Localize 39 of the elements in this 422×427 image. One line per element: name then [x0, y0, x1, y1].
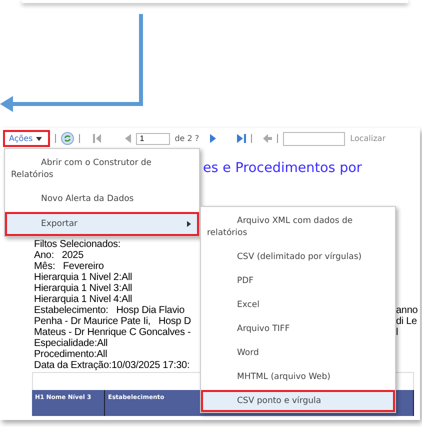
first-page-icon[interactable]: [92, 134, 102, 143]
find-field[interactable]: [283, 132, 346, 146]
filter-text: Hierarquia 1 Nivel 4:All: [34, 294, 134, 305]
filter-text: Especialidade:All: [34, 338, 109, 349]
menu-item[interactable]: CSV (delimitado por vírgulas): [201, 246, 395, 268]
filter-text: Hierarquia 1 Nivel 2:All: [34, 272, 134, 283]
caret-icon: [36, 136, 42, 140]
filter-text: Filtos Selecionados:: [34, 239, 122, 250]
menu-item[interactable]: CSV ponto e vírgula: [201, 390, 395, 412]
menu-item[interactable]: Novo Alerta da Dados: [5, 188, 199, 210]
refresh-icon[interactable]: [60, 132, 74, 145]
page-number-field[interactable]: 1: [136, 132, 170, 144]
filter-text: Estabelecimento: Hosp Dia Flavio: [34, 305, 186, 316]
find-link[interactable]: Localizar: [350, 134, 386, 143]
filter-text: di Le: [396, 316, 418, 327]
menu-item[interactable]: Arquivo TIFF: [201, 318, 395, 340]
filter-text: Penha - Dr Maurice Pate Ii, Hosp D: [34, 316, 192, 327]
menu-item[interactable]: Abrir com o Construtor de Relatórios: [5, 152, 199, 186]
menu-item[interactable]: Arquivo XML com dados de relatórios: [201, 210, 395, 244]
menu-item[interactable]: MHTML (arquivo Web): [201, 366, 395, 388]
back-icon[interactable]: [263, 134, 272, 143]
filter-text: Data da Extração:10/03/2025 17:30:: [34, 360, 191, 371]
filter-text: Mês: Fevereiro: [34, 261, 105, 272]
last-page-icon[interactable]: [237, 134, 246, 143]
filter-text: Mateus - Dr Henrique C Goncalves -: [34, 327, 192, 338]
filter-text: Ano: 2025: [34, 250, 85, 261]
menu-item[interactable]: Word: [201, 342, 395, 364]
filter-text: anno: [396, 305, 419, 316]
menu-item[interactable]: Excel: [201, 294, 395, 316]
previous-page-icon[interactable]: [124, 134, 131, 143]
page-count: de 2 ?: [174, 134, 200, 143]
filter-text: Hierarquia 1 Nivel 3:All: [34, 283, 134, 294]
menu-item[interactable]: PDF: [201, 270, 395, 292]
menu-item[interactable]: Exportar: [5, 212, 199, 236]
filter-text: Procedimento:All: [34, 349, 108, 360]
filter-text: l: [396, 327, 400, 338]
next-page-icon[interactable]: [210, 134, 216, 143]
actions-menu-button[interactable]: Ações: [3, 130, 50, 147]
report-title: es e Procedimentos por: [203, 160, 362, 177]
